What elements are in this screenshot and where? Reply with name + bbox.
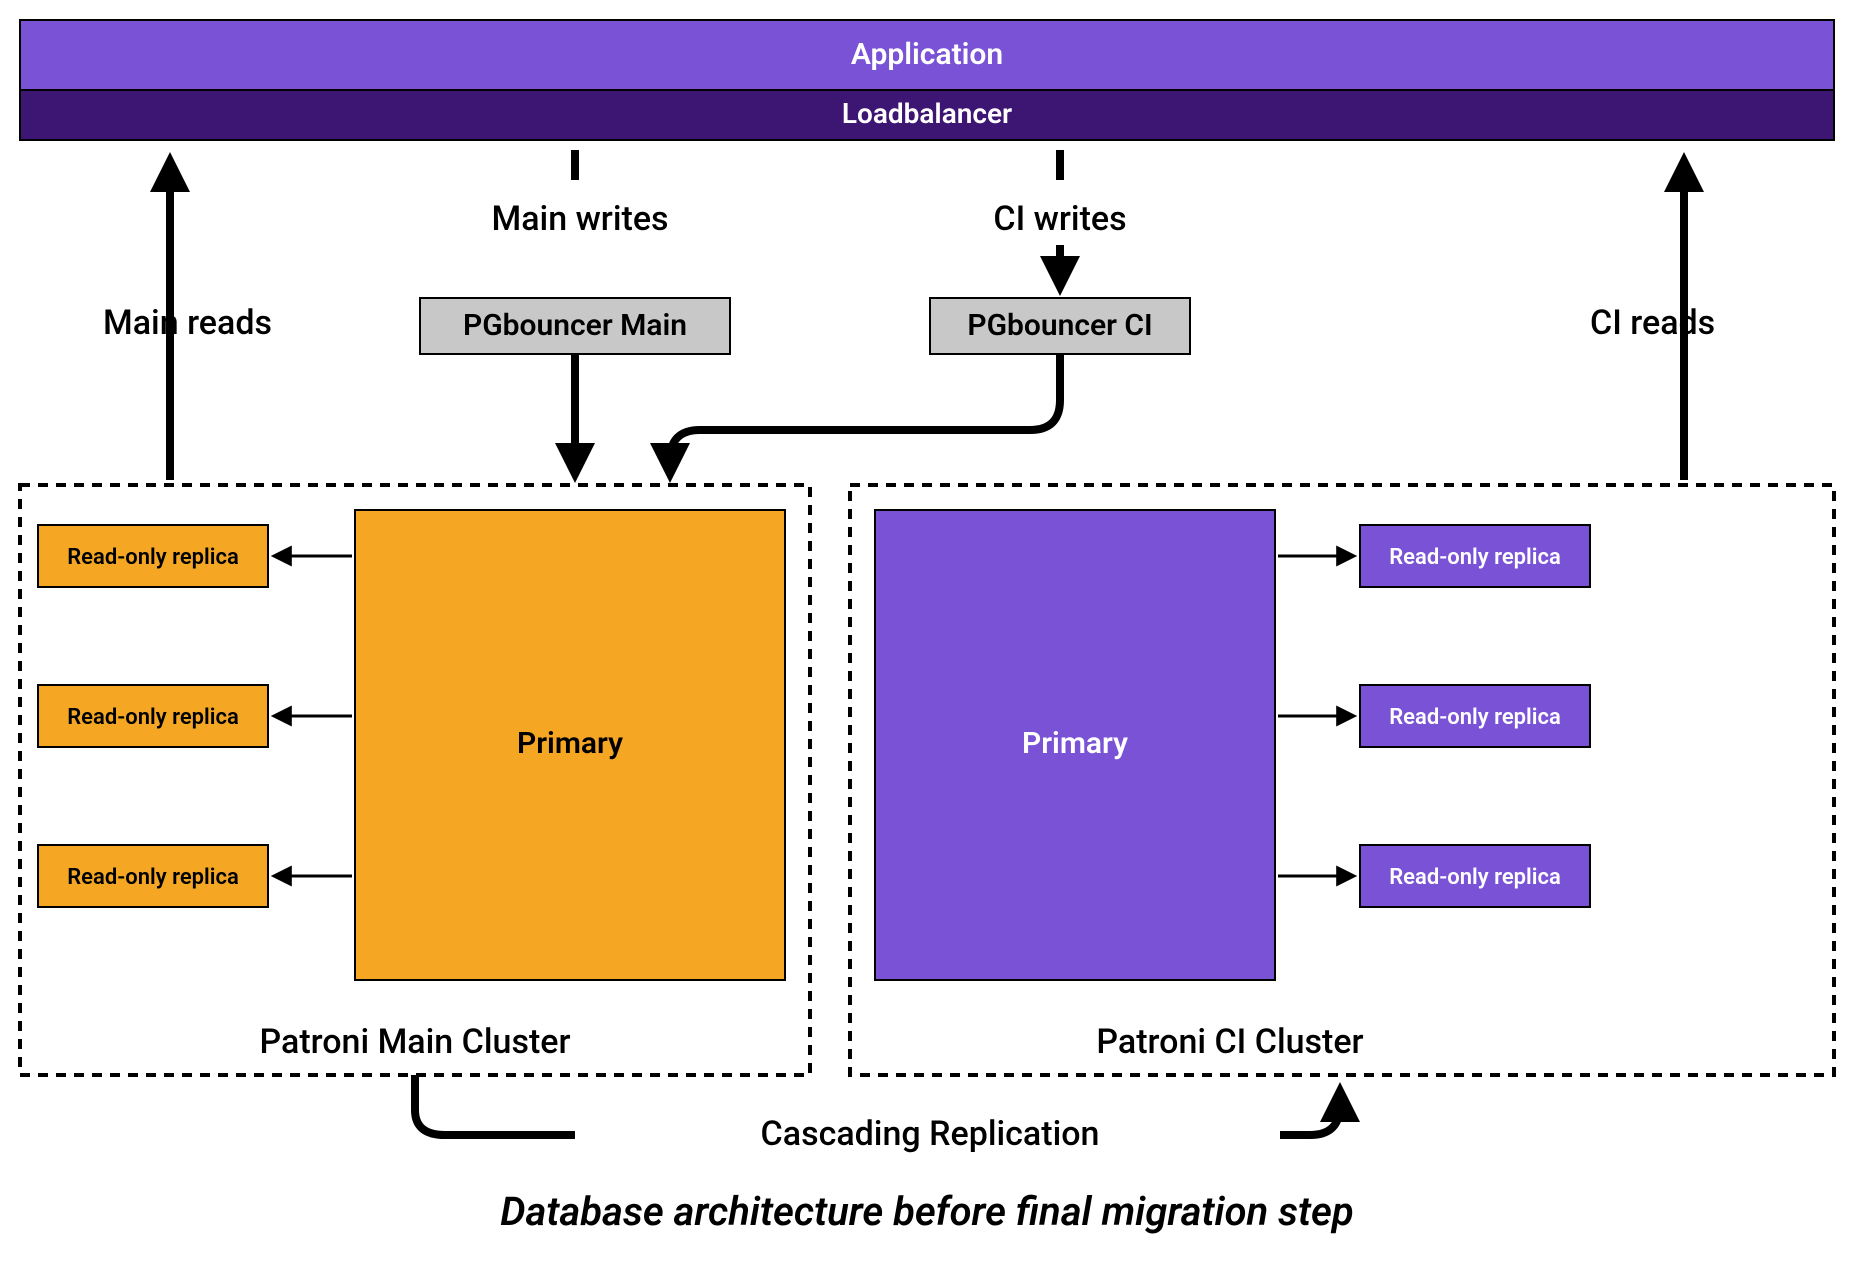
loadbalancer-label: Loadbalancer <box>842 97 1012 130</box>
patroni-main-cluster-title: Patroni Main Cluster <box>259 1022 570 1062</box>
diagram-caption: Database architecture before final migra… <box>500 1188 1354 1235</box>
loadbalancer-bar: Loadbalancer <box>20 90 1834 140</box>
pgbouncer-main-box: PGbouncer Main <box>420 298 730 354</box>
main-writes-label: Main writes <box>491 199 668 239</box>
pgbouncer-ci-label: PGbouncer CI <box>967 308 1152 343</box>
main-replica-2: Read-only replica <box>38 685 268 747</box>
ci-reads-label: CI reads <box>1590 303 1715 343</box>
main-primary-label: Primary <box>517 726 623 761</box>
main-reads-flow: Main reads <box>103 160 272 480</box>
main-replica-2-label: Read-only replica <box>67 705 239 730</box>
ci-writes-label: CI writes <box>993 199 1126 239</box>
arrow-pgbouncer-ci-to-main-primary <box>670 354 1060 475</box>
ci-replica-3-label: Read-only replica <box>1389 865 1561 890</box>
application-bar: Application <box>20 20 1834 90</box>
main-replica-3: Read-only replica <box>38 845 268 907</box>
ci-replica-1: Read-only replica <box>1360 525 1590 587</box>
patroni-ci-cluster-title: Patroni CI Cluster <box>1096 1022 1363 1062</box>
patroni-main-cluster: Patroni Main Cluster Primary Read-only r… <box>20 485 810 1075</box>
pgbouncer-main-label: PGbouncer Main <box>463 308 687 343</box>
application-label: Application <box>851 37 1003 72</box>
pgbouncer-ci-box: PGbouncer CI <box>930 298 1190 354</box>
main-replica-3-label: Read-only replica <box>67 865 239 890</box>
ci-writes-flow: CI writes <box>993 150 1126 288</box>
ci-replica-1-label: Read-only replica <box>1389 545 1561 570</box>
ci-replica-2: Read-only replica <box>1360 685 1590 747</box>
ci-reads-flow: CI reads <box>1590 160 1715 480</box>
patroni-ci-cluster: Patroni CI Cluster Primary Read-only rep… <box>850 485 1834 1075</box>
main-replica-1-label: Read-only replica <box>67 545 239 570</box>
main-replica-1: Read-only replica <box>38 525 268 587</box>
main-writes-flow: Main writes <box>491 150 668 239</box>
ci-replica-3: Read-only replica <box>1360 845 1590 907</box>
ci-primary-label: Primary <box>1022 726 1128 761</box>
cascading-replication-label: Cascading Replication <box>761 1114 1100 1154</box>
ci-replica-2-label: Read-only replica <box>1389 705 1561 730</box>
cascading-replication-flow: Cascading Replication <box>415 1075 1340 1154</box>
main-reads-label: Main reads <box>103 303 272 343</box>
